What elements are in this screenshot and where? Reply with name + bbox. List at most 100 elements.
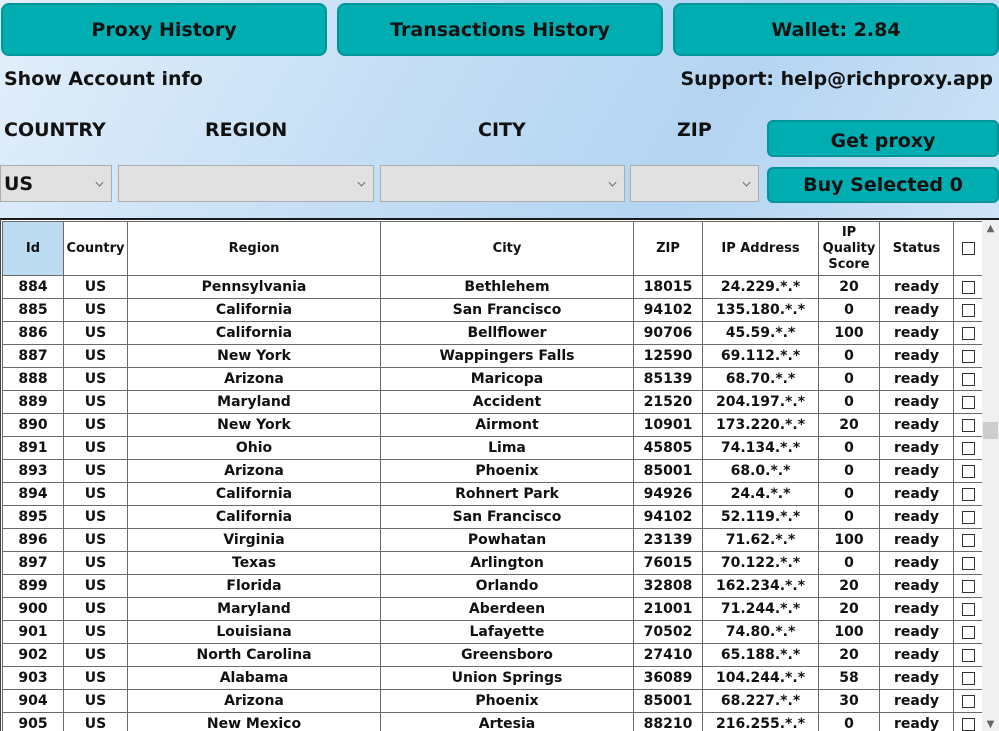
row-select-checkbox[interactable]: [962, 349, 975, 363]
column-header-zip[interactable]: ZIP: [633, 221, 703, 276]
table-row[interactable]: 904 US Arizona Phoenix 85001 68.227.*.* 30 read…: [2, 689, 984, 713]
row-select-checkbox[interactable]: [962, 280, 975, 294]
cell-region: Maryland: [127, 597, 381, 621]
cell-select: [953, 482, 984, 506]
table-row[interactable]: 894 US California Rohnert Park 94926 24.4.*.*…: [2, 482, 984, 506]
cell-city: Greensboro: [380, 643, 634, 667]
table-row[interactable]: 901 US Louisiana Lafayette 70502 74.80.*.* 100…: [2, 620, 984, 644]
cell-select: [953, 643, 984, 667]
scroll-up-icon[interactable]: ▲: [982, 220, 999, 237]
cell-status: ready: [879, 620, 954, 644]
cell-country: US: [63, 298, 128, 322]
table-row[interactable]: 888 US Arizona Maricopa 85139 68.70.*.* 0 ready: [2, 367, 984, 391]
table-row[interactable]: 891 US Ohio Lima 45805 74.134.*.* 0 ready: [2, 436, 984, 460]
row-select-checkbox[interactable]: [962, 510, 975, 524]
zip-select[interactable]: [630, 165, 759, 202]
column-header-city[interactable]: City: [380, 221, 634, 276]
column-header-ip-quality-score[interactable]: IP Quality Score: [818, 221, 880, 276]
scrollbar-thumb[interactable]: [983, 421, 998, 439]
table-row[interactable]: 900 US Maryland Aberdeen 21001 71.244.*.* 20 re…: [2, 597, 984, 621]
proxy-table: Id Country Region City ZIP IP Address IP…: [0, 218, 999, 731]
row-select-checkbox[interactable]: [962, 648, 975, 662]
cell-zip: 21520: [633, 390, 703, 414]
cell-region: New York: [127, 413, 381, 437]
cell-select: [953, 597, 984, 621]
cell-zip: 90706: [633, 321, 703, 345]
buy-selected-button[interactable]: Buy Selected 0: [767, 167, 999, 203]
column-header-country[interactable]: Country: [63, 221, 128, 276]
cell-zip: 21001: [633, 597, 703, 621]
row-select-checkbox[interactable]: [962, 303, 975, 317]
cell-country: US: [63, 482, 128, 506]
cell-ip-quality-score: 0: [818, 505, 880, 529]
table-row[interactable]: 885 US California San Francisco 94102 135.180…: [2, 298, 984, 322]
table-row[interactable]: 889 US Maryland Accident 21520 204.197.*.* 0 re…: [2, 390, 984, 414]
cell-ip-quality-score: 0: [818, 344, 880, 368]
cell-status: ready: [879, 390, 954, 414]
column-header-id[interactable]: Id: [2, 221, 64, 276]
row-select-checkbox[interactable]: [962, 441, 975, 455]
cell-id: 905: [2, 712, 64, 731]
row-select-checkbox[interactable]: [962, 533, 975, 547]
cell-ip-address: 135.180.*.*: [702, 298, 819, 322]
scroll-down-icon[interactable]: ▼: [982, 716, 999, 731]
row-select-checkbox[interactable]: [962, 602, 975, 616]
row-select-checkbox[interactable]: [962, 418, 975, 432]
table-row[interactable]: 887 US New York Wappingers Falls 12590 69.112…: [2, 344, 984, 368]
cell-ip-address: 69.112.*.*: [702, 344, 819, 368]
country-select[interactable]: US: [0, 165, 112, 202]
wallet-button[interactable]: Wallet: 2.84: [673, 3, 999, 56]
table-row[interactable]: 895 US California San Francisco 94102 52.119.…: [2, 505, 984, 529]
cell-region: California: [127, 321, 381, 345]
cell-zip: 12590: [633, 344, 703, 368]
cell-city: Wappingers Falls: [380, 344, 634, 368]
row-select-checkbox[interactable]: [962, 694, 975, 708]
column-header-ip-address[interactable]: IP Address: [702, 221, 819, 276]
table-row[interactable]: 902 US North Carolina Greensboro 27410 65.188…: [2, 643, 984, 667]
table-row[interactable]: 897 US Texas Arlington 76015 70.122.*.* 0 ready: [2, 551, 984, 575]
table-row[interactable]: 903 US Alabama Union Springs 36089 104.244.*.…: [2, 666, 984, 690]
select-all-checkbox[interactable]: [962, 241, 975, 255]
cell-id: 895: [2, 505, 64, 529]
row-select-checkbox[interactable]: [962, 717, 975, 731]
cell-region: Alabama: [127, 666, 381, 690]
table-row[interactable]: 893 US Arizona Phoenix 85001 68.0.*.* 0 ready: [2, 459, 984, 483]
show-account-info-link[interactable]: Show Account info: [4, 68, 203, 90]
get-proxy-button[interactable]: Get proxy: [767, 120, 999, 157]
cell-ip-address: 216.255.*.*: [702, 712, 819, 731]
table-row[interactable]: 896 US Virginia Powhatan 23139 71.62.*.* 100 re…: [2, 528, 984, 552]
column-header-region[interactable]: Region: [127, 221, 381, 276]
column-header-status[interactable]: Status: [879, 221, 954, 276]
cell-city: Phoenix: [380, 459, 634, 483]
vertical-scrollbar[interactable]: ▲ ▼: [982, 220, 999, 731]
row-select-checkbox[interactable]: [962, 625, 975, 639]
row-select-checkbox[interactable]: [962, 579, 975, 593]
row-select-checkbox[interactable]: [962, 326, 975, 340]
row-select-checkbox[interactable]: [962, 487, 975, 501]
table-row[interactable]: 905 US New Mexico Artesia 88210 216.255.*.* 0 r…: [2, 712, 984, 731]
table-row[interactable]: 884 US Pennsylvania Bethlehem 18015 24.229.*.…: [2, 275, 984, 299]
row-select-checkbox[interactable]: [962, 372, 975, 386]
table-row[interactable]: 899 US Florida Orlando 32808 162.234.*.* 20 rea…: [2, 574, 984, 598]
cell-id: 893: [2, 459, 64, 483]
cell-status: ready: [879, 712, 954, 731]
cell-city: Bellflower: [380, 321, 634, 345]
cell-status: ready: [879, 597, 954, 621]
row-select-checkbox[interactable]: [962, 556, 975, 570]
cell-ip-address: 104.244.*.*: [702, 666, 819, 690]
table-row[interactable]: 886 US California Bellflower 90706 45.59.*.* 1…: [2, 321, 984, 345]
row-select-checkbox[interactable]: [962, 464, 975, 478]
city-select[interactable]: [380, 165, 625, 202]
cell-ip-quality-score: 20: [818, 413, 880, 437]
transactions-history-button[interactable]: Transactions History: [337, 3, 663, 56]
table-row[interactable]: 890 US New York Airmont 10901 173.220.*.* 20 re…: [2, 413, 984, 437]
row-select-checkbox[interactable]: [962, 671, 975, 685]
cell-status: ready: [879, 413, 954, 437]
cell-ip-address: 74.80.*.*: [702, 620, 819, 644]
row-select-checkbox[interactable]: [962, 395, 975, 409]
cell-ip-quality-score: 0: [818, 298, 880, 322]
region-select[interactable]: [118, 165, 374, 202]
column-header-select-all: [953, 221, 984, 276]
cell-ip-address: 68.0.*.*: [702, 459, 819, 483]
proxy-history-button[interactable]: Proxy History: [1, 3, 327, 56]
